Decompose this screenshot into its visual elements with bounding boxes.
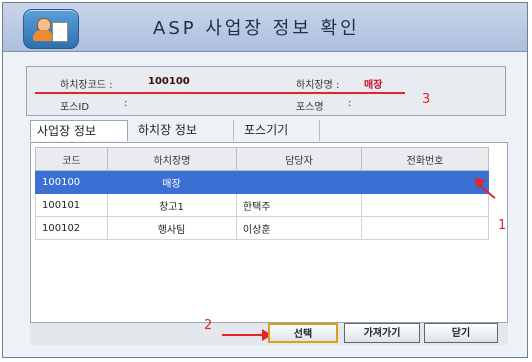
annotation-arrow-2	[222, 334, 266, 336]
warehouse-table: 코드 하치장명 담당자 전화번호 100100 매장 100101 창고1 한택…	[34, 147, 489, 240]
pos-id-label: 포스ID	[60, 102, 90, 113]
cell-manager	[235, 170, 363, 194]
window-title: ASP 사업장 정보 확인	[153, 18, 360, 39]
cell-name: 창고1	[107, 193, 237, 217]
column-header-manager[interactable]: 담당자	[235, 147, 363, 171]
annotation-underline	[35, 92, 405, 94]
close-button[interactable]: 닫기	[424, 323, 498, 343]
tab-business-info[interactable]: 사업장 정보	[30, 120, 128, 141]
name-label: 하치장명 :	[296, 80, 340, 91]
cell-code: 100102	[34, 216, 109, 240]
cell-phone	[361, 216, 489, 240]
cell-phone	[361, 170, 489, 194]
info-panel	[26, 66, 506, 116]
business-user-icon	[23, 9, 79, 49]
pos-name-label: 포스명	[296, 102, 324, 113]
table-row[interactable]: 100101 창고1 한택주	[34, 193, 489, 217]
column-header-phone[interactable]: 전화번호	[361, 147, 489, 171]
select-button[interactable]: 선택	[268, 323, 338, 343]
annotation-2: 2	[204, 318, 213, 333]
pos-name-separator: :	[348, 98, 352, 109]
cell-manager: 이상훈	[235, 216, 363, 240]
annotation-3: 3	[422, 92, 431, 107]
cell-name: 행사팀	[107, 216, 237, 240]
table-header-row: 코드 하치장명 담당자 전화번호	[34, 147, 489, 171]
pos-id-separator: :	[124, 98, 128, 109]
code-label: 하치장코드 :	[60, 80, 113, 91]
tab-warehouse-info[interactable]: 하치장 정보	[132, 120, 234, 141]
code-value: 100100	[148, 76, 190, 87]
cell-code: 100100	[34, 170, 109, 194]
table-row[interactable]: 100102 행사팀 이상훈	[34, 216, 489, 240]
column-header-code[interactable]: 코드	[34, 147, 109, 171]
cell-phone	[361, 193, 489, 217]
cell-code: 100101	[34, 193, 109, 217]
column-header-name[interactable]: 하치장명	[107, 147, 237, 171]
cell-manager: 한택주	[235, 193, 363, 217]
name-value: 매장	[364, 80, 383, 91]
cell-name: 매장	[107, 170, 237, 194]
tab-content-panel: 코드 하치장명 담당자 전화번호 100100 매장 100101 창고1 한택…	[30, 142, 508, 344]
annotation-1: 1	[498, 218, 507, 233]
tab-pos-device[interactable]: 포스기기	[238, 120, 320, 141]
import-button[interactable]: 가져가기	[344, 323, 420, 343]
title-bar: ASP 사업장 정보 확인	[3, 3, 527, 52]
table-row[interactable]: 100100 매장	[34, 170, 489, 194]
